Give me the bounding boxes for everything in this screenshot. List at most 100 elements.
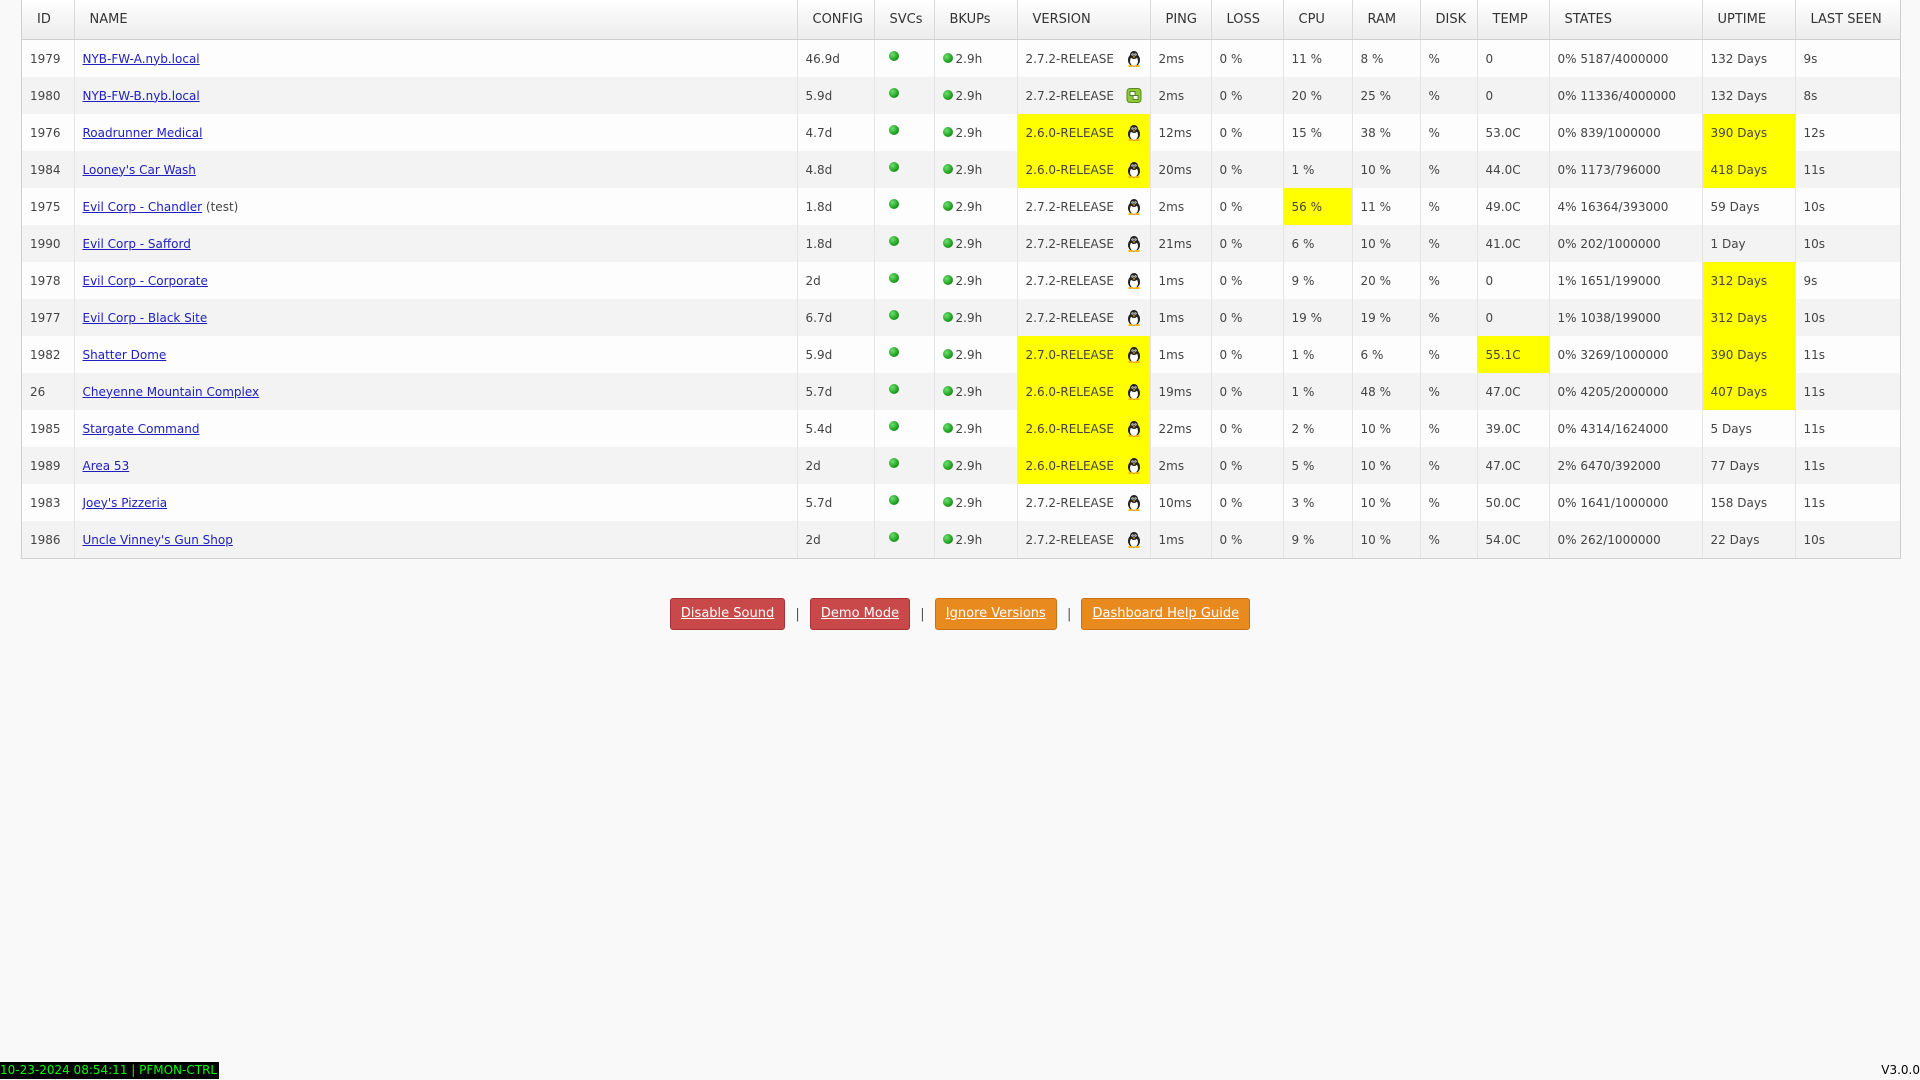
col-header-last-seen[interactable]: LAST SEEN [1794, 0, 1900, 40]
cell-id: 1979 [22, 39, 74, 77]
cell-svcs [873, 447, 934, 484]
site-link[interactable]: Joey's Pizzeria [83, 496, 168, 510]
button-separator: | [920, 606, 925, 622]
ignore-versions-button[interactable]: Ignore Versions [934, 598, 1057, 630]
green-status-dot-icon [888, 421, 899, 431]
col-header-id[interactable]: ID [22, 0, 74, 40]
cell-states: 0% 1173/796000 [1548, 151, 1702, 188]
version-text: 2.6.0-RELEASE [1025, 421, 1114, 436]
cell-loss: 0 % [1210, 188, 1283, 225]
cell-svcs [873, 484, 934, 521]
cell-last-seen: 10s [1794, 225, 1900, 262]
table-header-row: ID NAME CONFIG SVCs BKUPs VERSION PING L… [22, 0, 1900, 40]
bkup-age: 2.9h [955, 458, 983, 473]
tux-icon [1126, 235, 1142, 252]
site-link[interactable]: Area 53 [83, 459, 130, 473]
help-guide-button[interactable]: Dashboard Help Guide [1081, 598, 1251, 630]
col-header-version[interactable]: VERSION [1016, 0, 1150, 40]
cell-name: Evil Corp - Safford [73, 225, 797, 262]
cell-config: 1.8d [796, 188, 874, 225]
cell-disk: % [1419, 188, 1477, 225]
cell-last-seen: 11s [1794, 447, 1900, 484]
disable-sound-button[interactable]: Disable Sound [669, 598, 786, 630]
cell-uptime: 5 Days [1701, 410, 1795, 447]
site-link[interactable]: Looney's Car Wash [83, 163, 196, 177]
cell-loss: 0 % [1210, 521, 1283, 558]
cell-name: Roadrunner Medical [73, 114, 797, 151]
cell-version: 2.6.0-RELEASE [1016, 114, 1150, 151]
cell-disk: % [1419, 410, 1477, 447]
bkup-age: 2.9h [955, 162, 983, 177]
col-header-name[interactable]: NAME [73, 0, 797, 40]
tux-icon [1126, 198, 1142, 215]
cell-ping: 2ms [1149, 77, 1211, 114]
version-text: 2.6.0-RELEASE [1025, 458, 1114, 473]
green-status-dot-icon [888, 236, 899, 246]
bkup-age: 2.9h [955, 88, 983, 103]
demo-mode-button[interactable]: Demo Mode [809, 598, 911, 630]
cell-disk: % [1419, 262, 1477, 299]
cell-temp: 0 [1476, 77, 1549, 114]
cell-uptime: 418 Days [1701, 151, 1795, 188]
cell-uptime: 390 Days [1701, 336, 1795, 373]
cell-disk: % [1419, 39, 1477, 77]
cell-ping: 2ms [1149, 447, 1211, 484]
col-header-uptime[interactable]: UPTIME [1701, 0, 1795, 40]
table-row: 1975 Evil Corp - Chandler (test) 1.8d 2.… [22, 188, 1900, 225]
cell-uptime: 1 Day [1701, 225, 1795, 262]
site-link[interactable]: Evil Corp - Black Site [83, 311, 208, 325]
site-link[interactable]: Stargate Command [83, 422, 200, 436]
version-text: 2.7.2-RELEASE [1025, 199, 1114, 214]
cell-last-seen: 12s [1794, 114, 1900, 151]
cell-version: 2.6.0-RELEASE [1016, 410, 1150, 447]
site-link[interactable]: Evil Corp - Corporate [83, 274, 208, 288]
col-header-cpu[interactable]: CPU [1282, 0, 1352, 40]
col-header-svcs[interactable]: SVCs [873, 0, 934, 40]
site-link[interactable]: Cheyenne Mountain Complex [83, 385, 260, 399]
cell-ram: 10 % [1351, 447, 1420, 484]
cell-config: 2d [796, 262, 874, 299]
col-header-config[interactable]: CONFIG [796, 0, 874, 40]
site-link[interactable]: NYB-FW-A.nyb.local [83, 52, 200, 66]
cell-id: 1977 [22, 299, 74, 336]
cell-uptime: 390 Days [1701, 114, 1795, 151]
cell-name: Area 53 [73, 447, 797, 484]
col-header-temp[interactable]: TEMP [1476, 0, 1549, 40]
cell-config: 4.7d [796, 114, 874, 151]
site-link[interactable]: Evil Corp - Safford [83, 237, 191, 251]
tux-icon [1126, 161, 1142, 178]
col-header-bkups[interactable]: BKUPs [933, 0, 1017, 40]
app-version: V3.0.0 [1881, 1063, 1920, 1077]
site-link[interactable]: NYB-FW-B.nyb.local [83, 89, 200, 103]
cell-name: Stargate Command [73, 410, 797, 447]
site-link[interactable]: Evil Corp - Chandler [83, 200, 203, 214]
cell-last-seen: 11s [1794, 410, 1900, 447]
col-header-states[interactable]: STATES [1548, 0, 1702, 40]
cell-version: 2.7.2-RELEASE [1016, 484, 1150, 521]
cell-temp: 47.0C [1476, 447, 1549, 484]
cell-config: 5.7d [796, 373, 874, 410]
firewall-status-table: ID NAME CONFIG SVCs BKUPs VERSION PING L… [22, 0, 1900, 558]
col-header-ram[interactable]: RAM [1351, 0, 1420, 40]
site-link[interactable]: Roadrunner Medical [83, 126, 203, 140]
cell-bkups: 2.9h [933, 484, 1017, 521]
col-header-ping[interactable]: PING [1149, 0, 1211, 40]
col-header-loss[interactable]: LOSS [1210, 0, 1283, 40]
cell-ram: 10 % [1351, 410, 1420, 447]
cell-disk: % [1419, 77, 1477, 114]
cell-id: 1989 [22, 447, 74, 484]
col-header-disk[interactable]: DISK [1419, 0, 1477, 40]
green-status-dot-icon [942, 164, 953, 174]
cell-states: 0% 262/1000000 [1548, 521, 1702, 558]
cell-cpu: 20 % [1282, 77, 1352, 114]
cell-config: 4.8d [796, 151, 874, 188]
cell-bkups: 2.9h [933, 373, 1017, 410]
cell-name: Cheyenne Mountain Complex [73, 373, 797, 410]
site-link[interactable]: Shatter Dome [83, 348, 167, 362]
cell-states: 0% 5187/4000000 [1548, 39, 1702, 77]
site-link[interactable]: Uncle Vinney's Gun Shop [83, 533, 233, 547]
cell-last-seen: 9s [1794, 262, 1900, 299]
cell-version: 2.6.0-RELEASE [1016, 373, 1150, 410]
cell-config: 2d [796, 521, 874, 558]
cell-cpu: 2 % [1282, 410, 1352, 447]
